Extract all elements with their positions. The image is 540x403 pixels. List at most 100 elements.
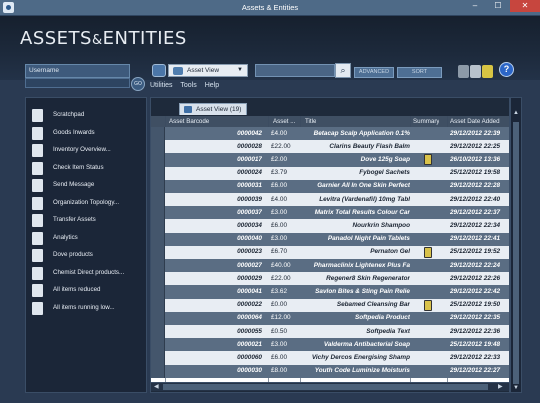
row-selector[interactable] — [151, 325, 165, 339]
row-selector[interactable] — [151, 338, 165, 352]
nav-item-icon — [32, 284, 43, 297]
menu-tools[interactable]: Tools — [180, 82, 196, 89]
search-icon[interactable]: ⌕ — [335, 63, 351, 78]
vertical-scrollbar[interactable]: ▲ ▼ — [510, 97, 522, 393]
tools-icon[interactable] — [470, 65, 481, 78]
table-row[interactable]: 0000031 £6.00 Garnier All In One Skin Perf… — [151, 179, 509, 193]
col-header-summary[interactable]: Summary — [413, 118, 439, 125]
table-row[interactable]: 0000039 £4.00 Levitra (Vardenafil) 10mg Ta… — [151, 193, 509, 207]
col-header-title[interactable]: Title — [305, 118, 316, 125]
cell-date-added: 29/12/2012 22:25 — [450, 142, 501, 150]
maximize-button[interactable]: ☐ — [487, 0, 509, 12]
cell-barcode: 0000034 — [237, 221, 262, 229]
table-row[interactable]: 0000041 £3.62 Savlon Bites & Sting Pain Re… — [151, 285, 509, 299]
row-selector[interactable] — [151, 166, 165, 180]
row-selector[interactable] — [151, 272, 165, 286]
table-row[interactable]: 0000023 £6.70 Pernaton Gel 25/12/2012 19:52 — [151, 245, 509, 259]
row-selector[interactable] — [151, 351, 165, 365]
cell-barcode: 0000055 — [237, 327, 262, 335]
note-icon[interactable] — [482, 65, 493, 78]
scroll-thumb[interactable] — [163, 384, 488, 390]
users-icon[interactable] — [458, 65, 469, 78]
cell-asset-value: £3.00 — [271, 340, 287, 348]
search-input[interactable] — [255, 64, 335, 77]
sidebar-item[interactable]: Send Message — [26, 177, 146, 194]
col-header-barcode[interactable]: Asset Barcode — [169, 118, 209, 125]
help-button[interactable]: ? — [499, 62, 514, 77]
scroll-right-icon[interactable]: ▶ — [498, 383, 503, 390]
product-icon — [424, 299, 432, 311]
menu-help[interactable]: Help — [205, 82, 219, 89]
row-selector[interactable] — [151, 259, 165, 273]
row-selector[interactable] — [151, 219, 165, 233]
cell-date-added: 25/12/2012 19:48 — [450, 340, 501, 348]
view-switch-icon[interactable] — [152, 64, 166, 77]
col-header-asset[interactable]: Asset ... — [273, 118, 295, 125]
cell-title: Valderma Antibacterial Soap — [323, 340, 410, 348]
table-row[interactable]: 0000022 £0.00 Sebamed Cleansing Bar 25/12/2… — [151, 298, 509, 312]
password-input[interactable] — [25, 78, 130, 88]
table-row[interactable]: 0000028 £22.00 Clarins Beauty Flash Balm 29… — [151, 140, 509, 154]
row-selector[interactable] — [151, 245, 165, 259]
col-header-date[interactable]: Asset Date Added — [450, 118, 500, 125]
table-row[interactable]: 0000029 £22.00 Regener8 Skin Regenerator 29… — [151, 272, 509, 286]
table-row[interactable]: 0000024 £3.79 Fybogel Sachets 25/12/2012 19… — [151, 166, 509, 180]
cell-barcode: 0000017 — [237, 155, 262, 163]
table-row[interactable]: 0000034 £6.00 Nourkrin Shampoo 29/12/2012 2… — [151, 219, 509, 233]
sidebar-item[interactable]: Organization Topology... — [26, 195, 146, 212]
row-selector[interactable] — [151, 193, 165, 207]
table-row[interactable]: 0000017 £2.00 Dove 125g Soap 26/10/2012 13:… — [151, 153, 509, 167]
scroll-left-icon[interactable]: ◀ — [154, 383, 159, 390]
grid-header: Asset Barcode Asset ... Title Summary As… — [151, 116, 509, 127]
table-row[interactable]: 0000027 £40.00 Pharmaclinix Lightenex Plus… — [151, 259, 509, 273]
sort-button[interactable]: SORT — [397, 67, 442, 78]
row-selector[interactable] — [151, 153, 165, 167]
sidebar-item[interactable]: Check Item Status — [26, 160, 146, 177]
row-selector[interactable] — [151, 140, 165, 154]
go-button[interactable]: GO — [131, 77, 145, 91]
nav-item-icon — [32, 249, 43, 262]
advanced-button[interactable]: ADVANCED — [354, 67, 394, 78]
cell-asset-value: £6.00 — [271, 353, 287, 361]
menu-utilities[interactable]: Utilities — [150, 82, 173, 89]
table-row[interactable]: 0000037 £3.00 Matrix Total Results Colour … — [151, 206, 509, 220]
cell-asset-value: £2.00 — [271, 155, 287, 163]
minimize-button[interactable]: – — [464, 0, 486, 12]
row-selector[interactable] — [151, 179, 165, 193]
tab-asset-view[interactable]: Asset View (19) — [179, 103, 247, 115]
username-input[interactable]: Username — [25, 64, 130, 78]
table-row[interactable]: 0000030 £8.00 Youth Code Luminize Moisturi… — [151, 364, 509, 378]
menubar: Utilities Tools Help — [150, 82, 510, 94]
row-selector[interactable] — [151, 364, 165, 378]
view-select[interactable]: Asset View ▼ — [168, 64, 248, 77]
table-row[interactable]: 0000055 £0.50 Softpedia Text 29/12/2012 22:… — [151, 325, 509, 339]
cell-date-added: 29/12/2012 22:28 — [450, 182, 501, 190]
table-row[interactable]: 0000040 £3.00 Panadol Night Pain Tablets 29… — [151, 232, 509, 246]
row-selector[interactable] — [151, 311, 165, 325]
table-row[interactable]: 0000042 £4.00 Betacap Scalp Application 0.… — [151, 127, 509, 141]
table-row[interactable]: 0000060 £6.00 Vichy Dercos Energising Sham… — [151, 351, 509, 365]
close-button[interactable]: ✕ — [510, 0, 540, 12]
sidebar-item[interactable]: Goods Inwards — [26, 125, 146, 142]
row-selector[interactable] — [151, 285, 165, 299]
sidebar-item[interactable]: Analytics — [26, 230, 146, 247]
row-selector[interactable] — [151, 298, 165, 312]
scroll-up-icon[interactable]: ▲ — [513, 110, 519, 116]
vscroll-thumb[interactable] — [513, 122, 519, 384]
sidebar-item[interactable]: Dove products — [26, 247, 146, 264]
scroll-down-icon[interactable]: ▼ — [513, 385, 519, 391]
table-row[interactable]: 0000064 £12.00 Softpedia Product 29/12/2012… — [151, 311, 509, 325]
table-row[interactable]: 0000021 £3.00 Valderma Antibacterial Soap 2… — [151, 338, 509, 352]
sidebar-item[interactable]: Scratchpad — [26, 107, 146, 124]
cell-title: Garnier All In One Skin Perfect — [317, 182, 410, 190]
row-selector[interactable] — [151, 127, 165, 141]
horizontal-scrollbar[interactable]: ◀ ▶ — [151, 382, 509, 391]
sidebar-item[interactable]: All items running low... — [26, 300, 146, 317]
row-selector[interactable] — [151, 206, 165, 220]
sidebar-item[interactable]: Chemist Direct products... — [26, 265, 146, 282]
sidebar-item[interactable]: Transfer Assets — [26, 212, 146, 229]
cell-title: Regener8 Skin Regenerator — [326, 274, 410, 282]
row-selector[interactable] — [151, 232, 165, 246]
sidebar-item[interactable]: Inventory Overview... — [26, 142, 146, 159]
sidebar-item[interactable]: All items reduced — [26, 282, 146, 299]
